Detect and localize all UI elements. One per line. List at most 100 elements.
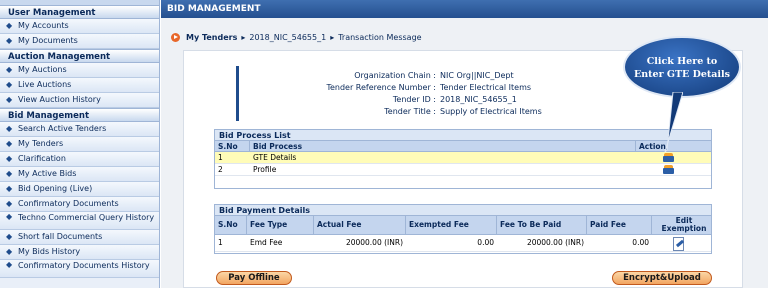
edit-icon[interactable]: [673, 237, 684, 251]
bullet-icon: ◆: [6, 212, 13, 221]
sidebar-item-my-documents[interactable]: ◆ My Documents: [0, 34, 159, 49]
row-sno: 2: [218, 165, 223, 174]
callout-line-2: Enter GTE Details: [633, 69, 731, 80]
bullet-icon: ◆: [6, 95, 13, 104]
sidebar-item-label: My Bids History: [18, 247, 81, 256]
col-edit-exemption: Edit Exemption: [661, 216, 707, 233]
col-exempted-fee: Exempted Fee: [406, 216, 497, 234]
sidebar-section-user-management: User Management: [0, 5, 159, 19]
sidebar-item-label: My Accounts: [18, 21, 69, 30]
sidebar-item-short-fall-documents[interactable]: ◆ Short fall Documents: [0, 230, 159, 245]
breadcrumb-separator: ▸: [330, 33, 335, 42]
tender-id-value: 2018_NIC_54655_1: [440, 95, 517, 104]
col-sno: S.No: [215, 216, 247, 234]
sidebar-item-confirmatory-documents-history[interactable]: ◆ Confirmatory Documents History: [0, 260, 159, 278]
tender-info: Organization Chain : NIC Org||NIC_Dept T…: [236, 66, 686, 121]
sidebar-item-my-active-bids[interactable]: ◆ My Active Bids: [0, 167, 159, 182]
sidebar-item-label: My Active Bids: [18, 169, 77, 178]
tender-ref-row: Tender Reference Number : Tender Electri…: [239, 82, 689, 93]
sidebar-section-auction-management: Auction Management: [0, 49, 159, 63]
bullet-icon: ◆: [6, 232, 13, 241]
row-exempted-fee: 0.00: [477, 238, 494, 247]
col-actual-fee: Actual Fee: [314, 216, 406, 234]
bullet-icon: ◆: [6, 65, 13, 74]
sidebar-item-label: Confirmatory Documents: [18, 199, 119, 208]
org-chain-row: Organization Chain : NIC Org||NIC_Dept: [239, 70, 689, 81]
org-chain-value: NIC Org||NIC_Dept: [440, 71, 514, 80]
sidebar-item-label: My Tenders: [18, 139, 64, 148]
bullet-icon: ◆: [6, 169, 13, 178]
col-sno: S.No: [215, 141, 250, 151]
breadcrumb: My Tenders ▸ 2018_NIC_54655_1 ▸ Transaction …: [171, 33, 422, 42]
bullet-icon: ◆: [6, 80, 13, 89]
pay-offline-button[interactable]: Pay Offline: [216, 271, 292, 285]
row-fee-type: Emd Fee: [250, 238, 283, 247]
bid-payment-title: Bid Payment Details: [215, 205, 711, 216]
table-row: 1 GTE Details: [215, 152, 711, 164]
sidebar-item-label: Search Active Tenders: [18, 124, 107, 133]
row-fee-to-be-paid: 20000.00 (INR): [526, 238, 584, 247]
sidebar-item-my-auctions[interactable]: ◆ My Auctions: [0, 63, 159, 78]
gte-callout: Click Here to Enter GTE Details: [623, 36, 741, 98]
tender-id-label: Tender ID :: [392, 95, 436, 104]
sidebar-item-my-tenders[interactable]: ◆ My Tenders: [0, 137, 159, 152]
sidebar-item-label: Short fall Documents: [18, 232, 103, 241]
bid-process-title: Bid Process List: [215, 130, 711, 141]
breadcrumb-separator: ▸: [241, 33, 246, 42]
page-title: BID MANAGEMENT: [161, 0, 768, 18]
arrow-circle-icon: [171, 33, 180, 42]
tender-title-label: Tender Title :: [384, 107, 436, 116]
open-package-icon[interactable]: [663, 153, 674, 162]
bullet-icon: ◆: [6, 247, 13, 256]
encrypt-upload-button[interactable]: Encrypt&Upload: [612, 271, 712, 285]
sidebar: User Management ◆ My Accounts ◆ My Documen…: [0, 0, 160, 288]
org-chain-label: Organization Chain :: [354, 71, 436, 80]
callout-line-1: Click Here to: [646, 56, 718, 67]
sidebar-item-search-active-tenders[interactable]: ◆ Search Active Tenders: [0, 122, 159, 137]
row-process: GTE Details: [253, 153, 297, 162]
bullet-icon: ◆: [6, 139, 13, 148]
open-package-icon[interactable]: [663, 165, 674, 174]
bid-payment-table: Bid Payment Details S.No Fee Type Actual…: [214, 204, 712, 254]
row-process: Profile: [253, 165, 277, 174]
breadcrumb-my-tenders[interactable]: My Tenders: [186, 33, 237, 42]
tender-ref-label: Tender Reference Number :: [326, 83, 436, 92]
sidebar-item-my-bids-history[interactable]: ◆ My Bids History: [0, 245, 159, 260]
sidebar-item-view-auction-history[interactable]: ◆ View Auction History: [0, 93, 159, 108]
sidebar-item-label: Techno Commercial Query History: [18, 213, 155, 222]
sidebar-item-my-accounts[interactable]: ◆ My Accounts: [0, 19, 159, 34]
row-paid-fee: 0.00: [632, 238, 649, 247]
sidebar-item-label: Confirmatory Documents History: [18, 261, 150, 270]
breadcrumb-transaction-message: Transaction Message: [338, 33, 422, 42]
row-sno: 1: [218, 153, 223, 162]
sidebar-item-label: Bid Opening (Live): [18, 184, 93, 193]
bid-payment-header: S.No Fee Type Actual Fee Exempted Fee Fe…: [215, 216, 711, 235]
sidebar-item-label: Clarification: [18, 154, 66, 163]
sidebar-item-label: My Documents: [18, 36, 78, 45]
col-fee-type: Fee Type: [247, 216, 314, 234]
row-sno: 1: [218, 238, 223, 247]
tender-title-value: Supply of Electrical Items: [440, 107, 542, 116]
sidebar-item-label: My Auctions: [18, 65, 67, 74]
tender-title-row: Tender Title : Supply of Electrical Item…: [239, 106, 689, 117]
sidebar-item-techno-commercial-query-history[interactable]: ◆ Techno Commercial Query History: [0, 212, 159, 230]
edit-exemption-cell: [665, 235, 695, 251]
col-bid-process: Bid Process: [250, 141, 636, 151]
bullet-icon: ◆: [6, 184, 13, 193]
sidebar-item-clarification[interactable]: ◆ Clarification: [0, 152, 159, 167]
sidebar-item-label: View Auction History: [18, 95, 101, 104]
bullet-icon: ◆: [6, 199, 13, 208]
sidebar-item-bid-opening-live[interactable]: ◆ Bid Opening (Live): [0, 182, 159, 197]
col-fee-to-be-paid: Fee To Be Paid: [497, 216, 587, 234]
col-paid-fee: Paid Fee: [587, 216, 652, 234]
bullet-icon: ◆: [6, 21, 13, 30]
sidebar-item-live-auctions[interactable]: ◆ Live Auctions: [0, 78, 159, 93]
sidebar-section-bid-management: Bid Management: [0, 108, 159, 122]
breadcrumb-tender-id[interactable]: 2018_NIC_54655_1: [249, 33, 326, 42]
tender-id-row: Tender ID : 2018_NIC_54655_1: [239, 94, 689, 105]
sidebar-item-confirmatory-documents[interactable]: ◆ Confirmatory Documents: [0, 197, 159, 212]
sidebar-item-label: Live Auctions: [18, 80, 72, 89]
bullet-icon: ◆: [6, 36, 13, 45]
row-actual-fee: 20000.00 (INR): [345, 238, 403, 247]
bullet-icon: ◆: [6, 124, 13, 133]
